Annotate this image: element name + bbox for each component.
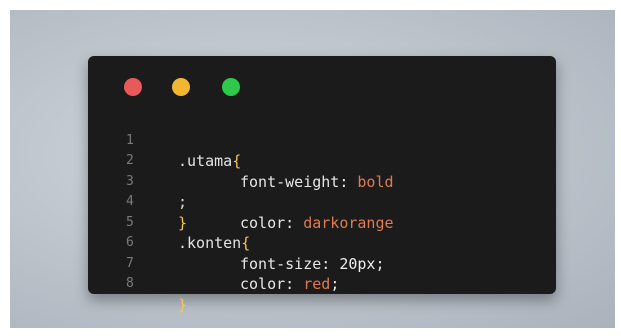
colon: :: [285, 275, 295, 293]
semicolon: ;: [375, 254, 385, 273]
minimize-dot-icon[interactable]: [172, 78, 190, 96]
code-line-4: 4 }: [126, 172, 187, 232]
css-value: darkorange: [303, 213, 394, 232]
code-line-5: 5 .konten{: [126, 192, 250, 253]
close-brace: }: [178, 295, 188, 314]
css-value: red: [303, 275, 331, 293]
code-block: 1 .utama{ 2 font-weight: bold 3 ; color:…: [126, 110, 394, 314]
code-line-6: 6 font-size: 20px;: [126, 213, 385, 273]
colon: :: [321, 254, 331, 273]
semicolon: ;: [330, 275, 340, 293]
code-line-7: 7 color: red;: [126, 233, 339, 294]
code-line-3: 3 ; color: darkorange: [126, 151, 394, 232]
code-line-1: 1 .utama{: [126, 110, 241, 171]
maximize-dot-icon[interactable]: [222, 78, 240, 96]
colon: :: [285, 213, 295, 232]
css-value: 20px: [339, 254, 376, 273]
line-number: 8: [126, 276, 134, 291]
css-selector: .utama: [178, 152, 233, 170]
css-selector: .konten: [178, 234, 242, 252]
css-property: color: [240, 213, 286, 232]
open-brace: {: [232, 152, 242, 170]
code-line-2: 2 font-weight: bold: [126, 131, 394, 191]
code-window: 1 .utama{ 2 font-weight: bold 3 ; color:…: [88, 56, 556, 314]
css-property: font-size: [240, 254, 322, 273]
css-value: bold: [357, 172, 394, 191]
open-brace: {: [241, 234, 251, 252]
css-property: font-weight: [240, 172, 340, 191]
colon: :: [339, 172, 349, 191]
css-property: color: [240, 275, 286, 293]
code-line-8: 8 }: [126, 254, 187, 314]
close-dot-icon[interactable]: [124, 78, 142, 96]
